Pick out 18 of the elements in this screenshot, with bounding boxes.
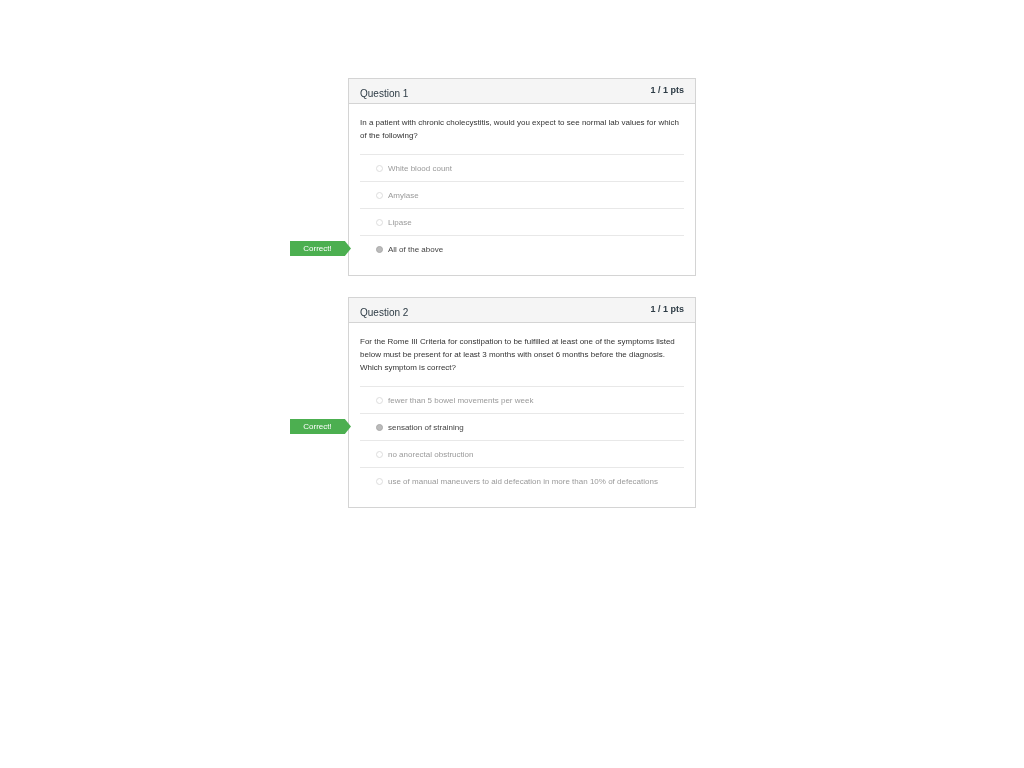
answer-text: Amylase xyxy=(388,190,419,200)
correct-flag: Correct! xyxy=(290,241,351,256)
answer-text: Lipase xyxy=(388,217,412,227)
answer-text: fewer than 5 bowel movements per week xyxy=(388,395,534,405)
points-label: 1 / 1 pts xyxy=(650,85,684,97)
answer-text: All of the above xyxy=(388,244,444,254)
radio-button[interactable] xyxy=(376,245,383,253)
answer-text: sensation of straining xyxy=(388,422,464,432)
question-title: Question 2 xyxy=(360,306,409,320)
points-label: 1 / 1 pts xyxy=(650,304,684,316)
question-title: Question 1 xyxy=(360,87,409,101)
answer-text: no anorectal obstruction xyxy=(388,449,474,459)
correct-flag: Correct! xyxy=(290,419,351,434)
question-text: In a patient with chronic cholecystitis, would you expect to see normal lab values for which of the following? xyxy=(360,117,680,142)
radio-button[interactable] xyxy=(376,423,383,431)
answer-text: White blood count xyxy=(388,163,453,173)
answer-text: use of manual maneuvers to aid defecation in more than 10% of defecations xyxy=(388,476,658,486)
question-text: For the Rome III Criteria for constipation to be fulfilled at least one of the symptoms listed below must be present for at least 3 months with onset 6 months before the diagnosis. Which symptom is correct? xyxy=(360,336,676,374)
